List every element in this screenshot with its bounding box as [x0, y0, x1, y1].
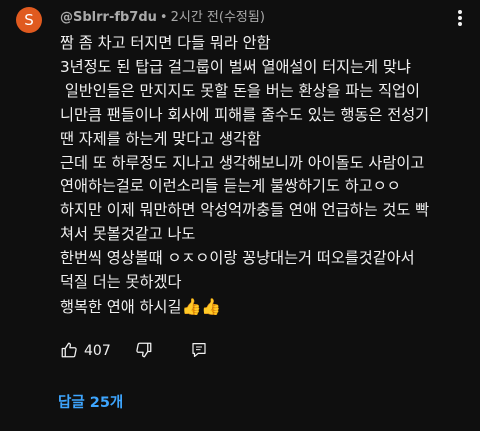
author-name[interactable]: @Sblrr-fb7du: [60, 10, 157, 25]
view-replies-button[interactable]: 답글 25개: [58, 393, 123, 413]
comment-line: 일반인들은 만지지도 못할 돈을 버는 환상을 파는 직업이: [60, 81, 420, 100]
like-count: 407: [84, 343, 111, 359]
comment-header: @Sblrr-fb7du • 2시간 전(수정됨): [60, 9, 265, 27]
avatar-letter: S: [24, 11, 34, 29]
comment-line-text: 행복한 연애 하시길: [60, 297, 182, 316]
comment-line: 니만큼 팬들이나 회사에 피해를 줄수도 있는 행동은 전성기: [60, 105, 430, 124]
comment-line: 연애하는걸로 이런소리들 듣는게 불쌍하기도 하고ㅇㅇ: [60, 177, 401, 196]
more-vert-icon[interactable]: [450, 6, 470, 30]
timestamp[interactable]: 2시간 전(수정됨): [171, 10, 265, 25]
comment-line-last: 행복한 연애 하시길👍👍: [60, 295, 470, 320]
comment-thread: S @Sblrr-fb7du • 2시간 전(수정됨) 짬 좀 차고 터지면 다들 …: [0, 0, 480, 431]
comment-text: 짬 좀 차고 터지면 다들 뭐라 안함 3년정도 된 탑급 걸그룹이 벌써 열애…: [60, 32, 470, 320]
thumbs-up-emoji: 👍👍: [181, 296, 222, 316]
header-separator: •: [159, 10, 168, 25]
comment-line: 3년정도 된 탑급 걸그룹이 벌써 열애설이 터지는게 맞냐: [60, 57, 411, 76]
comment-line: 한번씩 영상볼때 ㅇㅈㅇ이랑 꽁냥대는거 떠오를것같아서: [60, 249, 415, 268]
comment-line: 하지만 이제 뭐만하면 악성억까충들 연애 언급하는 것도 빡: [60, 201, 430, 220]
comment-line: 땐 자제를 하는게 맞다고 생각함: [60, 129, 261, 148]
reply-icon[interactable]: [190, 341, 208, 359]
comment-line: 덕질 더는 못하겠다: [60, 273, 182, 292]
like-icon[interactable]: [60, 341, 78, 359]
comment-line: 쳐서 못볼것같고 나도: [60, 225, 196, 244]
comment-line: 근데 또 하루정도 지나고 생각해보니까 아이돌도 사람이고: [60, 153, 425, 172]
avatar[interactable]: S: [16, 7, 42, 33]
dislike-icon[interactable]: [135, 341, 153, 359]
comment-line: 짬 좀 차고 터지면 다들 뭐라 안함: [60, 34, 271, 52]
